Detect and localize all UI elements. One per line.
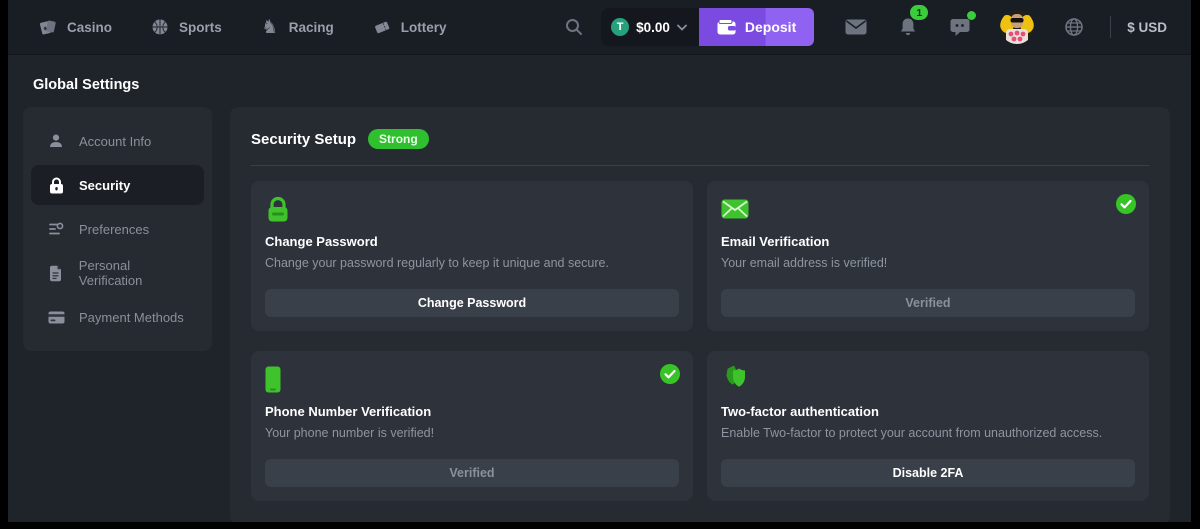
nav-link-casino[interactable]: Casino [38,17,112,37]
mail-icon[interactable] [844,15,868,39]
padlock-icon [265,195,679,223]
user-avatar[interactable] [1000,10,1034,44]
shield-icon [721,365,1135,393]
sidebar-item-personal-verification[interactable]: Personal Verification [31,253,204,293]
chat-icon[interactable] [948,15,972,39]
basketball-icon [150,17,170,37]
email-verification-card: Email Verification Your email address is… [707,181,1149,331]
page: Casino Sports ♞ Racing Lottery [8,0,1191,522]
disable-2fa-button[interactable]: Disable 2FA [721,459,1135,487]
sliders-icon [47,220,65,238]
search-icon[interactable] [557,10,591,44]
card-title: Email Verification [721,234,1135,249]
verified-check-icon [1116,194,1136,214]
phone-icon [265,365,679,393]
credit-card-icon [47,308,65,326]
security-setup-header: Security Setup Strong [251,127,1149,165]
content-row: Account Info Security Preferences [23,107,1170,522]
two-factor-card: Two-factor authentication Enable Two-fac… [707,351,1149,501]
chat-online-dot [967,11,976,20]
strength-badge: Strong [368,129,429,149]
notification-badge: 1 [910,5,928,20]
deposit-button[interactable]: Deposit [699,8,814,46]
card-title: Phone Number Verification [265,404,679,419]
top-navbar: Casino Sports ♞ Racing Lottery [8,0,1191,55]
nav-link-label: Racing [289,20,334,35]
card-description: Your email address is verified! [721,256,1135,270]
change-password-button[interactable]: Change Password [265,289,679,317]
lock-icon [47,176,65,194]
sidebar-item-label: Preferences [79,222,149,237]
nav-link-sports[interactable]: Sports [150,17,222,37]
nav-icon-group: 1 [844,10,1086,44]
nav-link-label: Lottery [401,20,447,35]
email-verified-button: Verified [721,289,1135,317]
notifications-bell-icon[interactable]: 1 [896,15,920,39]
card-description: Enable Two-factor to protect your accoun… [721,426,1135,440]
card-title: Two-factor authentication [721,404,1135,419]
document-icon [47,264,65,282]
nav-links: Casino Sports ♞ Racing Lottery [38,17,447,37]
security-setup-panel: Security Setup Strong Change Password Ch… [230,107,1170,522]
tether-icon: T [611,18,629,36]
language-globe-icon[interactable] [1062,15,1086,39]
change-password-card: Change Password Change your password reg… [251,181,693,331]
ticket-icon [372,17,392,37]
sidebar-item-label: Security [79,178,130,193]
settings-body: Global Settings Account Info Secur [8,55,1191,522]
deposit-label: Deposit [745,19,796,35]
nav-link-racing[interactable]: ♞ Racing [260,17,334,37]
settings-sidebar: Account Info Security Preferences [23,107,212,351]
nav-divider [1110,16,1111,38]
screen-frame: Casino Sports ♞ Racing Lottery [0,0,1200,529]
nav-link-label: Casino [67,20,112,35]
envelope-icon [721,195,1135,223]
nav-link-label: Sports [179,20,222,35]
sidebar-item-label: Personal Verification [79,258,196,288]
card-description: Your phone number is verified! [265,426,679,440]
verified-check-icon [660,364,680,384]
section-title: Security Setup [251,131,356,148]
card-title: Change Password [265,234,679,249]
sidebar-item-label: Payment Methods [79,310,184,325]
nav-link-lottery[interactable]: Lottery [372,17,447,37]
page-title: Global Settings [33,77,1170,93]
sidebar-item-label: Account Info [79,134,151,149]
chevron-down-icon [677,24,687,31]
card-description: Change your password regularly to keep i… [265,256,679,270]
wallet-balance-dropdown[interactable]: T $0.00 [601,8,699,46]
header-divider [251,165,1149,166]
horse-icon: ♞ [260,17,280,37]
user-icon [47,132,65,150]
sidebar-item-payment-methods[interactable]: Payment Methods [31,297,204,337]
sidebar-item-security[interactable]: Security [31,165,204,205]
phone-verified-button: Verified [265,459,679,487]
sidebar-item-preferences[interactable]: Preferences [31,209,204,249]
sidebar-item-account-info[interactable]: Account Info [31,121,204,161]
fiat-currency-selector[interactable]: $ USD [1127,20,1167,35]
cards-icon [38,17,58,37]
phone-verification-card: Phone Number Verification Your phone num… [251,351,693,501]
wallet-icon [717,19,736,35]
security-cards-grid: Change Password Change your password reg… [251,181,1149,501]
balance-amount: $0.00 [636,20,670,35]
